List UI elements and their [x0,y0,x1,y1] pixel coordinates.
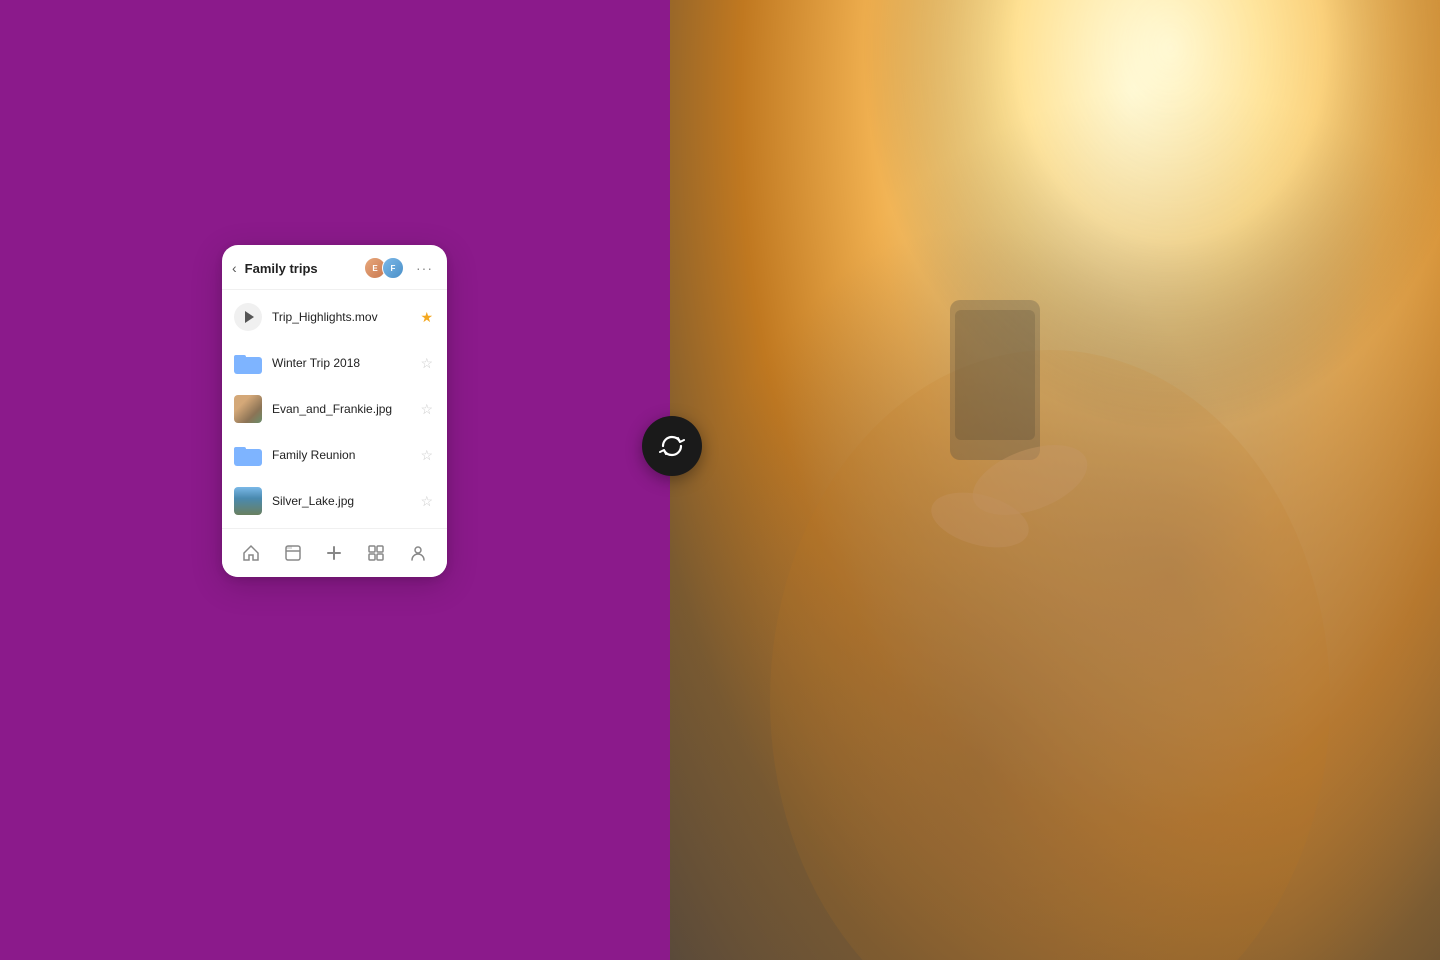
sync-button[interactable] [642,416,702,476]
account-nav-button[interactable] [404,539,432,567]
left-panel: ‹ Family trips E F ··· Trip_Highlights.m… [0,0,670,960]
image-thumbnail [234,395,262,423]
card-header: ‹ Family trips E F ··· [222,245,447,290]
star-button[interactable]: ☆ [420,493,433,510]
add-nav-button[interactable] [320,539,348,567]
list-item[interactable]: Trip_Highlights.mov ★ [222,294,447,340]
file-name: Trip_Highlights.mov [272,310,410,324]
video-icon [234,303,262,331]
photo-art [670,0,1440,960]
file-name: Evan_and_Frankie.jpg [272,402,410,416]
bottom-nav [222,528,447,577]
image-thumbnail [234,487,262,515]
more-options-button[interactable]: ··· [416,260,433,276]
folder-title: Family trips [245,261,358,276]
file-name: Family Reunion [272,448,410,462]
avatar-2: F [382,257,404,279]
folder-icon [234,441,262,469]
list-item[interactable]: Family Reunion ☆ [222,432,447,478]
sync-icon [659,433,685,459]
list-item[interactable]: Silver_Lake.jpg ☆ [222,478,447,524]
folder-icon [234,349,262,377]
photos-nav-button[interactable] [362,539,390,567]
star-button[interactable]: ★ [420,309,433,326]
back-button[interactable]: ‹ [232,260,237,276]
list-item[interactable]: Evan_and_Frankie.jpg ☆ [222,386,447,432]
list-item[interactable]: Winter Trip 2018 ☆ [222,340,447,386]
file-name: Silver_Lake.jpg [272,494,410,508]
right-panel [670,0,1440,960]
star-button[interactable]: ☆ [420,447,433,464]
file-name: Winter Trip 2018 [272,356,410,370]
files-nav-button[interactable] [279,539,307,567]
avatar-group: E F [364,257,404,279]
home-nav-button[interactable] [237,539,265,567]
star-button[interactable]: ☆ [420,401,433,418]
star-button[interactable]: ☆ [420,355,433,372]
file-list: Trip_Highlights.mov ★ Winter Trip 2018 ☆ [222,290,447,528]
phone-card: ‹ Family trips E F ··· Trip_Highlights.m… [222,245,447,577]
play-triangle [245,311,254,323]
